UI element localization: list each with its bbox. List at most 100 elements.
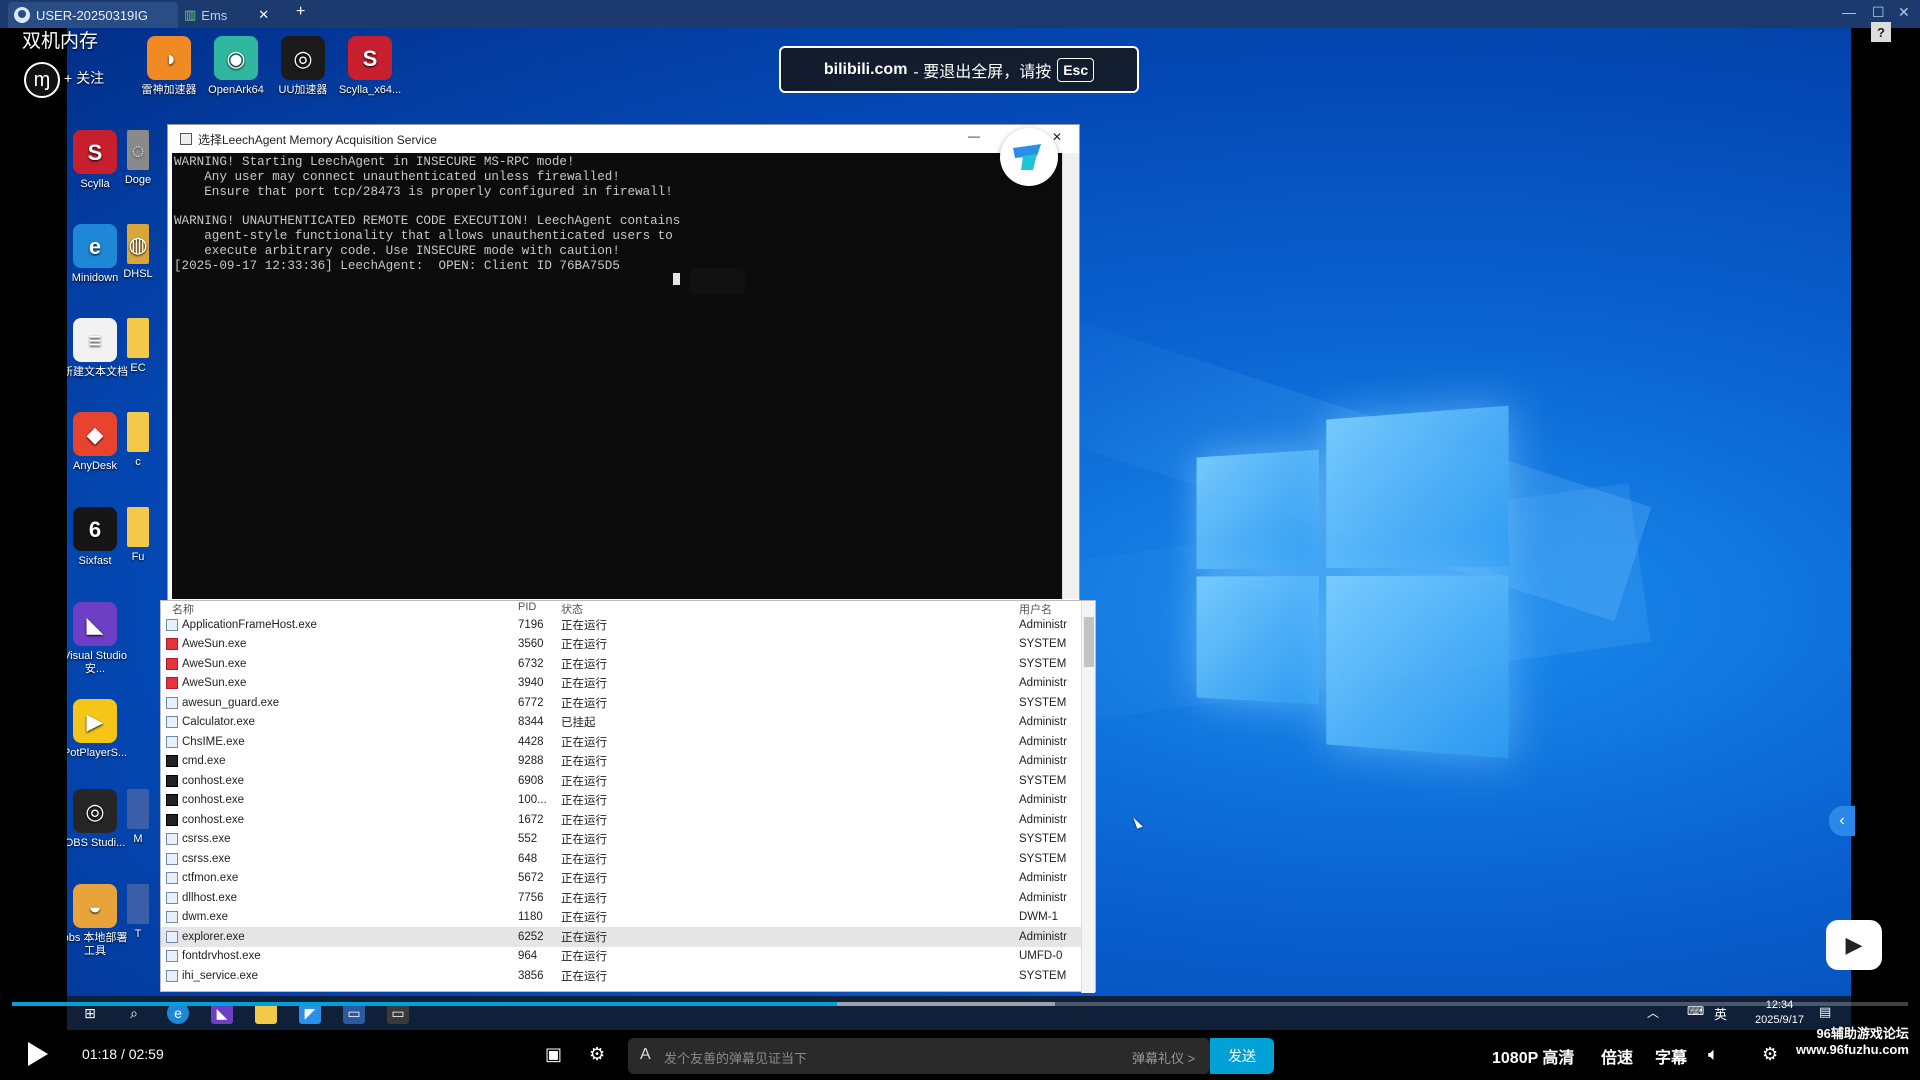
- input-language[interactable]: 英: [1714, 1004, 1727, 1023]
- table-row[interactable]: AweSun.exe 6732 正在运行 SYSTEM: [161, 654, 1095, 674]
- folder-icon: [127, 318, 149, 358]
- desktop-icon[interactable]: ◍ DHSL: [123, 224, 153, 281]
- danmaku-placeholder: 发个友善的弹幕见证当下: [664, 1048, 807, 1067]
- remote-tab-ems[interactable]: ▥ Ems ✕: [180, 2, 280, 28]
- process-user: Administr: [1019, 931, 1077, 943]
- desktop-icon[interactable]: ◌ Doge: [123, 130, 153, 187]
- todesk-float-icon[interactable]: [1000, 128, 1058, 186]
- table-row[interactable]: csrss.exe 552 正在运行 SYSTEM: [161, 830, 1095, 850]
- desktop-icon[interactable]: T: [123, 884, 153, 941]
- user-avatar-icon: [14, 7, 30, 23]
- banner-text: - 要退出全屏，请按: [913, 58, 1051, 82]
- process-icon: [166, 755, 178, 767]
- send-button[interactable]: 发送: [1210, 1038, 1274, 1074]
- process-pid: 6908: [518, 775, 561, 787]
- new-tab-icon[interactable]: +: [296, 3, 305, 21]
- desktop-icon[interactable]: ◎ UU加速器: [266, 36, 340, 97]
- table-row[interactable]: AweSun.exe 3560 正在运行 SYSTEM: [161, 635, 1095, 655]
- process-name-cell: conhost.exe: [161, 775, 518, 787]
- remote-tab-label: USER-20250319IG: [36, 8, 148, 23]
- desktop-icon[interactable]: Fu: [123, 507, 153, 564]
- desktop-icon[interactable]: ◣ Visual Studio 安...: [67, 602, 132, 676]
- desktop-icon-label: PotPlayerS...: [67, 747, 132, 760]
- process-icon: [166, 853, 178, 865]
- help-icon[interactable]: ?: [1871, 22, 1891, 42]
- process-icon: [166, 775, 178, 787]
- minimize-icon[interactable]: —: [968, 129, 980, 143]
- desktop-icon[interactable]: ▶ PotPlayerS...: [67, 699, 132, 760]
- column-user[interactable]: 用户名: [1019, 601, 1077, 615]
- table-row[interactable]: AweSun.exe 3940 正在运行 Administr: [161, 674, 1095, 694]
- minimize-icon[interactable]: —: [1842, 4, 1856, 20]
- console-scrollbar[interactable]: [1062, 153, 1079, 599]
- player-controls: 01:18 / 02:59 ▣ ⚙ A 发个友善的弹幕见证当下 弹幕礼仪 > 发…: [0, 1030, 1920, 1080]
- column-state[interactable]: 状态: [561, 601, 1019, 615]
- keyboard-icon[interactable]: ⌨: [1687, 1004, 1704, 1018]
- uploader-avatar[interactable]: ɱ: [24, 62, 60, 98]
- desktop-icon[interactable]: c: [123, 412, 153, 469]
- process-name-cell: AweSun.exe: [161, 658, 518, 670]
- table-row[interactable]: conhost.exe 6908 正在运行 SYSTEM: [161, 771, 1095, 791]
- table-row[interactable]: cmd.exe 9288 正在运行 Administr: [161, 752, 1095, 772]
- table-row[interactable]: ctfmon.exe 5672 正在运行 Administr: [161, 869, 1095, 889]
- desktop-icon[interactable]: ◉ OpenArk64: [199, 36, 273, 97]
- process-scrollbar[interactable]: [1081, 601, 1095, 993]
- table-row[interactable]: explorer.exe 6252 正在运行 Administr: [161, 927, 1095, 947]
- tray-expand-icon[interactable]: ︿: [1647, 1004, 1659, 1021]
- speed-button[interactable]: 倍速: [1601, 1044, 1633, 1068]
- close-icon[interactable]: ✕: [1898, 4, 1910, 21]
- potplayer-icon: ▶: [73, 699, 117, 743]
- console-line: execute arbitrary code. Use INSECURE mod…: [174, 244, 1062, 259]
- table-row[interactable]: csrss.exe 648 正在运行 SYSTEM: [161, 849, 1095, 869]
- follow-button[interactable]: + 关注: [64, 68, 104, 88]
- scroll-thumb[interactable]: [1084, 617, 1094, 667]
- console-output[interactable]: WARNING! Starting LeechAgent in INSECURE…: [172, 153, 1062, 599]
- process-state: 正在运行: [561, 636, 1019, 652]
- table-row[interactable]: dllhost.exe 7756 正在运行 Administr: [161, 888, 1095, 908]
- danmaku-style-icon[interactable]: A: [640, 1046, 651, 1064]
- table-row[interactable]: fontdrvhost.exe 964 正在运行 UMFD-0: [161, 947, 1095, 967]
- process-name: fontdrvhost.exe: [182, 950, 261, 962]
- subtitle-button[interactable]: 字幕: [1655, 1044, 1687, 1068]
- table-row[interactable]: ApplicationFrameHost.exe 7196 正在运行 Administ…: [161, 615, 1095, 635]
- process-name: conhost.exe: [182, 814, 244, 826]
- danmaku-etiquette-link[interactable]: 弹幕礼仪 >: [1132, 1048, 1195, 1067]
- desktop-icon[interactable]: M: [123, 789, 153, 846]
- danmaku-settings-icon[interactable]: ⚙: [589, 1044, 605, 1065]
- desktop-icon[interactable]: ◑ 雷神加速器: [132, 36, 206, 97]
- video-progress-bar[interactable]: [12, 1002, 1908, 1006]
- process-state: 正在运行: [561, 773, 1019, 789]
- column-pid[interactable]: PID: [518, 601, 561, 615]
- volume-icon[interactable]: 🔈︎: [1708, 1044, 1719, 1065]
- table-row[interactable]: ChsIME.exe 4428 正在运行 Administr: [161, 732, 1095, 752]
- table-row[interactable]: conhost.exe 100... 正在运行 Administr: [161, 791, 1095, 811]
- column-name[interactable]: 名称: [161, 601, 518, 615]
- table-row[interactable]: ihi_service.exe 3856 正在运行 SYSTEM: [161, 966, 1095, 986]
- maximize-icon[interactable]: ☐: [1872, 4, 1885, 21]
- process-name: AweSun.exe: [182, 658, 246, 670]
- settings-icon[interactable]: ⚙: [1762, 1044, 1778, 1065]
- table-row[interactable]: conhost.exe 1672 正在运行 Administr: [161, 810, 1095, 830]
- notification-icon[interactable]: ▤: [1819, 1004, 1831, 1020]
- process-state: 正在运行: [561, 890, 1019, 906]
- desktop-icon[interactable]: S Scylla_x64...: [333, 36, 407, 97]
- process-name-cell: csrss.exe: [161, 853, 518, 865]
- desktop-icon[interactable]: EC: [123, 318, 153, 375]
- process-pid: 4428: [518, 736, 561, 748]
- console-window[interactable]: 选择LeechAgent Memory Acquisition Service …: [167, 124, 1080, 601]
- chevron-left-icon[interactable]: ‹: [1829, 806, 1855, 836]
- console-titlebar[interactable]: 选择LeechAgent Memory Acquisition Service …: [168, 125, 1079, 153]
- play-icon[interactable]: [28, 1042, 48, 1066]
- bilibili-tv-icon[interactable]: ▶: [1826, 920, 1882, 970]
- uu-accelerator-icon: ◎: [281, 36, 325, 80]
- danmaku-toggle-icon[interactable]: ▣: [545, 1044, 562, 1065]
- quality-button[interactable]: 1080P 高清: [1492, 1044, 1574, 1068]
- table-row[interactable]: dwm.exe 1180 正在运行 DWM-1: [161, 908, 1095, 928]
- close-icon[interactable]: ✕: [258, 7, 269, 23]
- danmaku-input[interactable]: A 发个友善的弹幕见证当下 弹幕礼仪 >: [628, 1038, 1210, 1074]
- remote-tab-user[interactable]: USER-20250319IG: [8, 2, 178, 28]
- console-line: [2025-09-17 12:33:36] LeechAgent: OPEN: …: [174, 259, 1062, 274]
- process-icon: [166, 892, 178, 904]
- table-row[interactable]: Calculator.exe 8344 已挂起 Administr: [161, 713, 1095, 733]
- table-row[interactable]: awesun_guard.exe 6772 正在运行 SYSTEM: [161, 693, 1095, 713]
